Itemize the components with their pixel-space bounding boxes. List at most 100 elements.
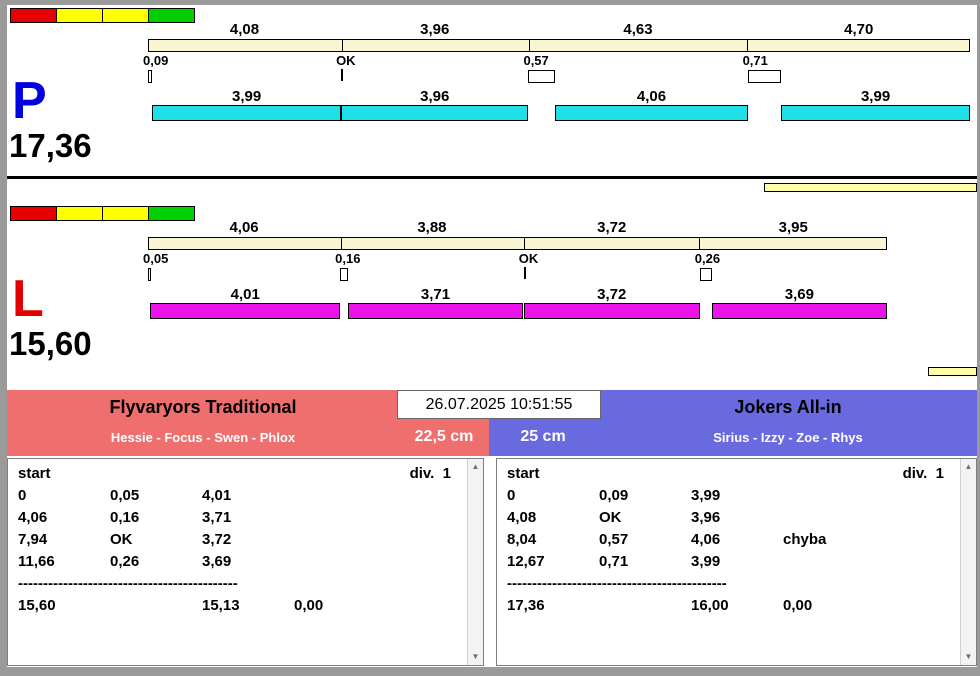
table-cell: chyba: [783, 531, 827, 548]
table-total-cell: 15,60: [18, 597, 56, 614]
table-totals-row: 17,36 16,00 0,00: [507, 595, 960, 617]
table-totals-row: 15,60 15,13 0,00: [18, 595, 467, 617]
change-labels-row: 0,05 0,16 OK 0,26: [143, 251, 887, 266]
table-cell: [783, 485, 903, 507]
table-cell: 3,99: [691, 553, 721, 570]
table-total-cell: 0,00: [783, 597, 813, 614]
table-header-row: start div. 1: [507, 463, 960, 485]
split-divider: [699, 238, 701, 249]
change-marks-row: [148, 69, 970, 83]
table-total-cell: [599, 595, 691, 617]
timeline: 4,06 3,88 3,72 3,95 0,05 0,16 OK 0,26 4,01 3,71…: [143, 203, 887, 365]
status-light: [103, 207, 149, 220]
split-divider: [341, 40, 343, 51]
scroll-down-button[interactable]: ▼: [468, 649, 483, 665]
jump-height-left: 22,5 cm: [414, 428, 474, 445]
change-marks-row: [148, 267, 887, 281]
split-divider: [523, 238, 525, 249]
vertical-scrollbar[interactable]: ▲ ▼: [960, 459, 976, 665]
table-row: 7,94 OK 3,72: [18, 529, 467, 551]
run-time-label: 3,96: [420, 88, 450, 105]
status-light: [11, 9, 57, 22]
lane-letter: P: [12, 72, 47, 130]
scroll-down-button[interactable]: ▼: [961, 649, 976, 665]
team-name: Flyvaryors Traditional: [109, 397, 297, 417]
table-cell: 7,94: [18, 531, 48, 548]
table-cell: 0,57: [599, 531, 629, 548]
table-cell: 3,71: [202, 509, 232, 526]
window-border-bottom: [0, 667, 980, 676]
table-cell: 0,71: [599, 553, 629, 570]
timeline-area: 4,06 3,88 3,72 3,95 0,05 0,16 OK 0,26 4,01 3,71…: [143, 203, 970, 365]
table-divider-row: ----------------------------------------…: [507, 575, 727, 592]
table-cell: 0: [507, 487, 516, 504]
results-panel-left[interactable]: start div. 1 0 0,05 4,01 4,06 0,16 3,71 7,94 OK 3,…: [7, 458, 484, 666]
change-error-box: [747, 70, 782, 83]
table-header-division: div. 1: [409, 465, 451, 482]
results-text: start div. 1 0 0,09 3,99 4,08 OK 3,96 8,04 0,57 4,…: [497, 459, 960, 665]
jump-height-right: 25 cm: [520, 428, 566, 445]
run-labels-row: 3,99 3,96 4,06 3,99: [148, 88, 970, 105]
table-cell: 3,99: [691, 487, 721, 504]
split-time-label: 3,88: [417, 219, 447, 236]
change-time-label: 0,16: [335, 251, 361, 266]
table-cell: 12,67: [507, 553, 545, 570]
split-divider: [340, 238, 342, 249]
run-time-label: 3,71: [420, 286, 451, 303]
change-time-label: 0,57: [523, 53, 549, 68]
change-time-label: OK: [518, 251, 539, 266]
status-light: [57, 9, 103, 22]
change-ok-tick: [341, 69, 344, 81]
table-cell: 4,06: [18, 509, 48, 526]
run-time-label: 3,69: [784, 286, 814, 303]
split-time-label: 3,95: [778, 219, 808, 236]
table-cell: 0,26: [110, 553, 140, 570]
datetime-display: 26.07.2025 10:51:55: [397, 390, 601, 419]
results-text: start div. 1 0 0,05 4,01 4,06 0,16 3,71 7,94 OK 3,…: [8, 459, 467, 665]
results-panel-right[interactable]: start div. 1 0 0,09 3,99 4,08 OK 3,96 8,04 0,57 4,…: [496, 458, 977, 666]
table-total-cell: [110, 595, 202, 617]
lane-letter: L: [12, 270, 44, 328]
table-cell: [294, 485, 414, 507]
table-cell: OK: [110, 531, 133, 548]
status-light: [57, 207, 103, 220]
change-ok-tick: [523, 267, 526, 279]
progress-bar-top: [764, 183, 977, 192]
table-cell: 4,08: [507, 509, 537, 526]
table-cell: 8,04: [507, 531, 537, 548]
table-total-cell: 17,36: [507, 597, 545, 614]
table-row: 0 0,05 4,01: [18, 485, 467, 507]
table-header-start: start: [18, 465, 51, 482]
change-time-label: 0,05: [143, 251, 169, 266]
split-bar: [148, 39, 970, 52]
scroll-up-button[interactable]: ▲: [468, 459, 483, 475]
lane-total-time: 15,60: [9, 325, 92, 362]
table-row: 4,08 OK 3,96: [507, 507, 960, 529]
change-time-label: 0,26: [694, 251, 721, 266]
split-time-label: 4,63: [623, 21, 653, 38]
table-header-row: start div. 1: [18, 463, 467, 485]
change-error-box: [340, 268, 348, 281]
split-time-label: 3,72: [597, 219, 627, 236]
team-members: Hessie - Focus - Swen - Phlox: [110, 430, 296, 445]
run-bar: [523, 303, 700, 319]
run-bar: [341, 105, 529, 121]
split-divider: [747, 40, 749, 51]
progress-bar-bottom: [928, 367, 977, 376]
change-time-label: 0,71: [742, 53, 768, 68]
split-time-label: 3,96: [420, 21, 450, 38]
run-bar: [152, 105, 342, 121]
scroll-up-button[interactable]: ▲: [961, 459, 976, 475]
change-error-box: [148, 70, 153, 83]
vertical-scrollbar[interactable]: ▲ ▼: [467, 459, 483, 665]
change-error-box: [699, 268, 713, 281]
section-divider: [7, 176, 977, 179]
table-header-start: start: [507, 465, 540, 482]
run-bar: [781, 105, 970, 121]
table-cell: 0,05: [110, 487, 140, 504]
team-members: Sirius - Izzy - Zoe - Rhys: [713, 430, 863, 445]
table-cell: 3,96: [691, 509, 721, 526]
table-header-division: div. 1: [902, 465, 944, 482]
table-cell: OK: [599, 509, 622, 526]
run-bars-row: [148, 105, 970, 121]
